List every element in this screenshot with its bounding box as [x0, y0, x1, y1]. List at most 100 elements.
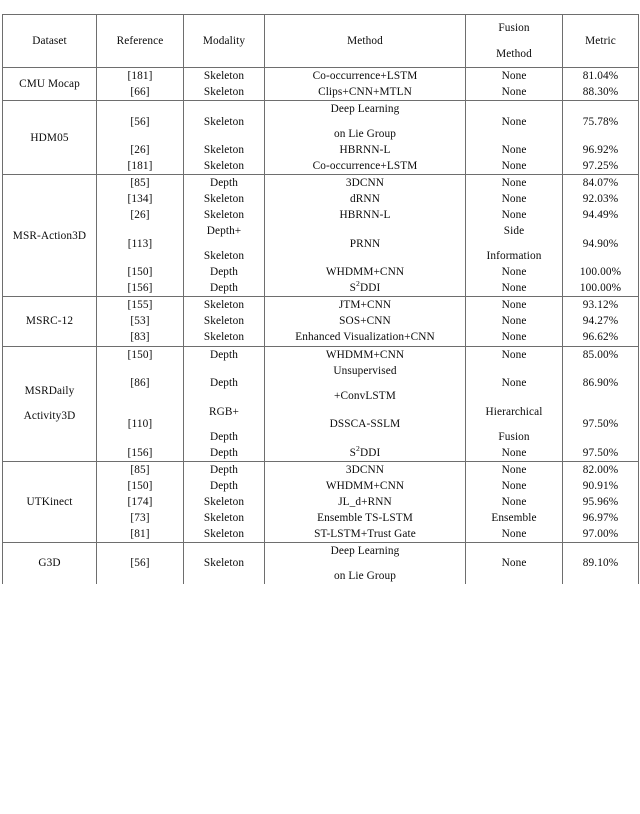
fusion-cell: None	[465, 158, 563, 175]
ref-cell: [156]	[96, 280, 184, 297]
modality-cell: Skeleton	[183, 84, 265, 101]
ref-cell: [56]	[96, 100, 184, 143]
ref-cell: [150]	[96, 264, 184, 281]
dataset-name-cell: MSRDaily Activity3D	[2, 345, 97, 462]
ref-cell: [86]	[96, 362, 184, 404]
fusion-cell: None	[465, 296, 563, 314]
fusion-cell: None	[465, 142, 563, 159]
fusion-cell: None	[465, 460, 563, 478]
ref-cell: [156]	[96, 444, 184, 462]
ref-cell: [66]	[96, 84, 184, 101]
fusion-cell: None	[465, 174, 563, 192]
method-cell: SOS+CNN	[264, 313, 466, 330]
modality-cell: Skeleton	[183, 207, 265, 224]
metric-cell: 89.10%	[562, 541, 639, 584]
method-cell: dRNN	[264, 191, 466, 208]
metric-cell: 100.00%	[562, 280, 639, 297]
modality-cell: Skeleton	[183, 191, 265, 208]
fusion-cell: None	[465, 493, 563, 510]
table-row: [26] Skeleton HBRNN-L None 96.92%	[3, 142, 639, 159]
method-cell: Enhanced Visualization+CNN	[264, 329, 466, 346]
ref-cell: [181]	[96, 67, 184, 85]
fusion-cell: Hierarchical Fusion	[465, 403, 563, 445]
method-cell: JL_d+RNN	[264, 493, 466, 510]
column-header-metric: Metric	[562, 14, 639, 68]
table-row: [150] Depth WHDMM+CNN None 90.91%	[3, 477, 639, 494]
fusion-cell: None	[465, 345, 563, 363]
method-cell: JTM+CNN	[264, 296, 466, 314]
fusion-cell: Ensemble	[465, 509, 563, 526]
table-row: [134] Skeleton dRNN None 92.03%	[3, 191, 639, 208]
modality-cell: Skeleton	[183, 158, 265, 175]
table-row: [181] Skeleton Co-occurrence+LSTM None 97.25…	[3, 158, 639, 175]
fusion-cell: None	[465, 264, 563, 281]
dataset-name-cell: MSR-Action3D	[2, 174, 97, 297]
ref-cell: [155]	[96, 296, 184, 314]
modality-cell: Depth	[183, 460, 265, 478]
metric-cell: 96.92%	[562, 142, 639, 159]
table-row: CMU Mocap [181] Skeleton Co-occurrence+LSTM…	[2, 66, 639, 101]
column-header-fusion: Fusion Method	[465, 14, 563, 68]
ref-cell: [174]	[96, 493, 184, 510]
fusion-cell: None	[465, 207, 563, 224]
column-header-method: Method	[264, 14, 466, 68]
ref-cell: [150]	[96, 345, 184, 363]
method-cell: WHDMM+CNN	[264, 345, 466, 363]
table-row: [81] Skeleton ST-LSTM+Trust Gate None 97.00%	[3, 525, 639, 543]
table-row: [86] Depth Unsupervised +ConvLSTM None 86.90%	[3, 362, 639, 404]
metric-cell: 94.90%	[562, 223, 639, 265]
ref-cell: [26]	[96, 142, 184, 159]
ref-cell: [134]	[96, 191, 184, 208]
method-cell: 3DCNN	[264, 460, 466, 478]
metric-cell: 94.49%	[562, 207, 639, 224]
modality-cell: Depth	[183, 264, 265, 281]
ref-cell: [83]	[96, 329, 184, 346]
metric-cell: 97.50%	[562, 444, 639, 462]
ref-cell: [73]	[96, 509, 184, 526]
method-cell: ST-LSTM+Trust Gate	[264, 525, 466, 543]
column-header-modality: Modality	[183, 14, 265, 68]
modality-cell: Skeleton	[183, 329, 265, 346]
metric-cell: 97.50%	[562, 403, 639, 445]
fusion-cell: None	[465, 100, 563, 143]
metric-cell: 88.30%	[562, 84, 639, 101]
metric-cell: 84.07%	[562, 174, 639, 192]
metric-cell: 94.27%	[562, 313, 639, 330]
table-row: [53] Skeleton SOS+CNN None 94.27%	[3, 313, 639, 330]
modality-cell: Skeleton	[183, 493, 265, 510]
table-header: Dataset Reference Modality Method Fusion Meth…	[2, 14, 639, 68]
fusion-cell: None	[465, 541, 563, 584]
ref-cell: [85]	[96, 174, 184, 192]
method-cell: PRNN	[264, 223, 466, 265]
table-row: [156] Depth S2DDI None 100.00%	[3, 280, 639, 297]
metric-cell: 96.62%	[562, 329, 639, 346]
table-row: HDM05 [56] Skeleton Deep Learning on Lie Gro…	[2, 100, 639, 175]
modality-cell: Skeleton	[183, 296, 265, 314]
modality-cell: Skeleton	[183, 100, 265, 143]
modality-cell: Depth	[183, 174, 265, 192]
method-cell: Unsupervised +ConvLSTM	[264, 362, 466, 404]
method-cell: Ensemble TS-LSTM	[264, 509, 466, 526]
metric-cell: 100.00%	[562, 264, 639, 281]
metric-cell: 97.00%	[562, 525, 639, 543]
modality-cell: Skeleton	[183, 509, 265, 526]
modality-cell: Skeleton	[183, 67, 265, 85]
table-row: UTKinect [85] Depth 3DCNN None 82.00%	[2, 460, 639, 543]
modality-cell: Depth	[183, 345, 265, 363]
ref-cell: [81]	[96, 525, 184, 543]
ref-cell: [110]	[96, 403, 184, 445]
method-cell: S2DDI	[264, 445, 466, 462]
metric-cell: 82.00%	[562, 460, 639, 478]
ref-cell: [113]	[96, 223, 184, 265]
action-recognition-benchmark-table: Dataset Reference Modality Method Fusion Meth…	[2, 14, 639, 584]
column-header-ref: Reference	[96, 14, 184, 68]
method-cell: DSSCA-SSLM	[264, 403, 466, 445]
ref-cell: [26]	[96, 207, 184, 224]
method-cell: HBRNN-L	[264, 142, 466, 159]
modality-cell: Skeleton	[183, 142, 265, 159]
table-row: [73] Skeleton Ensemble TS-LSTM Ensemble 96.9…	[3, 509, 639, 526]
ref-cell: [150]	[96, 477, 184, 494]
metric-cell: 93.12%	[562, 296, 639, 314]
table-row: MSRC-12 [155] Skeleton JTM+CNN None 93.12%	[2, 296, 639, 346]
benchmark-table-container: Dataset Reference Modality Method Fusion Meth…	[2, 14, 639, 584]
